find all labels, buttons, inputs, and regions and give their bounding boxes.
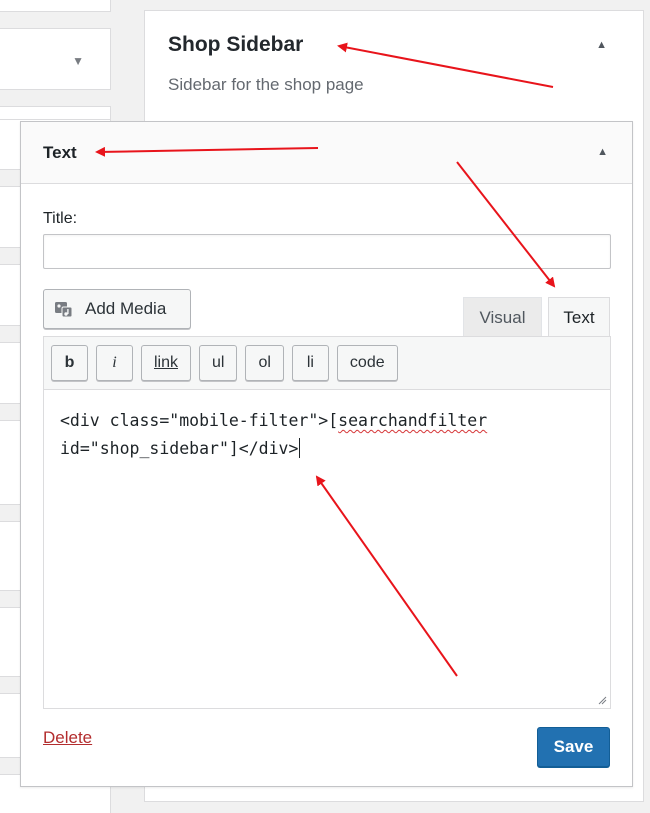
- title-label: Title:: [43, 210, 78, 227]
- media-icon: [55, 302, 73, 318]
- ul-button[interactable]: ul: [199, 345, 238, 381]
- triangle-up-icon[interactable]: ▲: [596, 39, 607, 51]
- title-input[interactable]: [43, 234, 611, 269]
- sidebar-title[interactable]: Shop Sidebar: [168, 33, 303, 57]
- widget-header[interactable]: Text ▲: [21, 122, 632, 184]
- spellcheck-word: searchandfilter: [338, 411, 488, 430]
- delete-link[interactable]: Delete: [43, 728, 92, 748]
- sidebar-description: Sidebar for the shop page: [168, 75, 364, 94]
- widget-area-collapsed[interactable]: ▼: [0, 28, 111, 90]
- bold-button[interactable]: b: [51, 345, 88, 381]
- widget-title: Text: [43, 143, 77, 162]
- save-button[interactable]: Save: [537, 727, 610, 767]
- text-editor[interactable]: b i link ul ol li code <div class="mobil…: [43, 336, 611, 709]
- text-widget: Text ▲ Title: Add Media Visual Text b i …: [20, 121, 633, 787]
- content-line1-prefix: <div class="mobile-filter">[: [60, 411, 339, 430]
- content-textarea[interactable]: <div class="mobile-filter">[searchandfil…: [60, 407, 600, 463]
- link-button[interactable]: link: [141, 345, 192, 381]
- resize-grip-icon[interactable]: [597, 695, 607, 705]
- quicktags-toolbar: b i link ul ol li code: [44, 337, 610, 390]
- add-media-button[interactable]: Add Media: [43, 289, 191, 329]
- tab-visual[interactable]: Visual: [463, 297, 542, 337]
- triangle-down-icon[interactable]: ▼: [72, 54, 84, 68]
- code-button[interactable]: code: [336, 345, 398, 381]
- li-button[interactable]: li: [291, 345, 329, 381]
- text-caret: [299, 438, 301, 458]
- italic-button[interactable]: i: [96, 345, 133, 381]
- ol-button[interactable]: ol: [245, 345, 284, 381]
- tab-text[interactable]: Text: [548, 297, 610, 337]
- widget-box: [0, 106, 111, 120]
- add-media-label: Add Media: [85, 299, 167, 318]
- widget-box: [0, 0, 111, 12]
- content-line2: id="shop_sidebar"]</div>: [60, 439, 299, 458]
- triangle-up-icon[interactable]: ▲: [597, 146, 608, 158]
